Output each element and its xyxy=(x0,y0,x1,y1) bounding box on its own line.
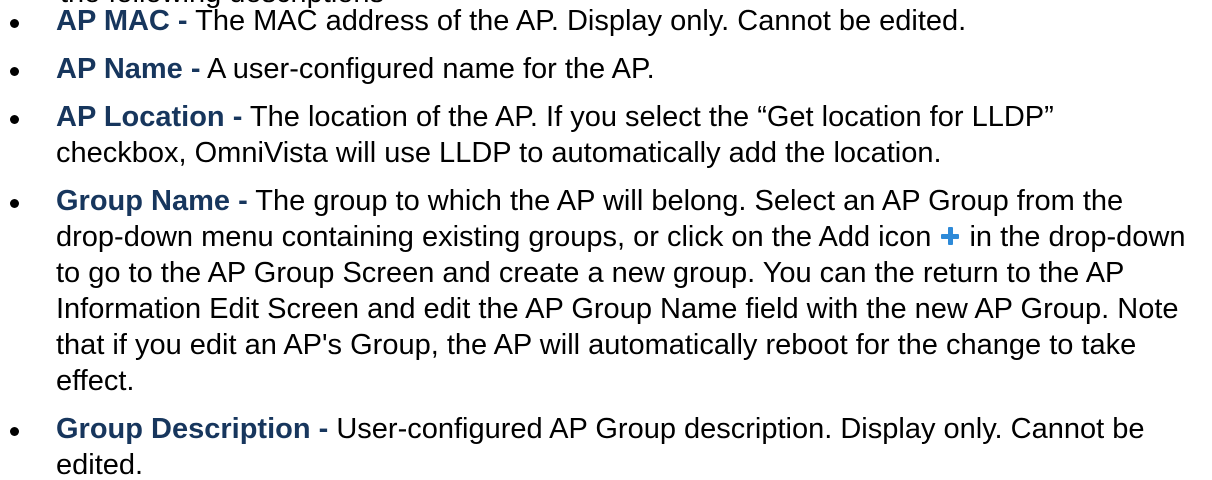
term-label: AP Location - xyxy=(56,101,243,133)
list-item-ap-mac: AP MAC - The MAC address of the AP. Disp… xyxy=(0,3,1212,39)
description-list: AP MAC - The MAC address of the AP. Disp… xyxy=(0,3,1212,480)
term-label: Group Description - xyxy=(56,413,329,445)
term-description: A user-configured name for the AP. xyxy=(207,53,655,85)
term-label: Group Name - xyxy=(56,185,248,217)
list-item-group-description: Group Description - User-configured AP G… xyxy=(0,411,1212,480)
list-item-ap-location: AP Location - The location of the AP. If… xyxy=(0,99,1212,171)
bullet-icon xyxy=(10,67,19,76)
list-item-group-name: Group Name - The group to which the AP w… xyxy=(0,183,1212,399)
term-label: AP MAC - xyxy=(56,5,188,37)
list-item-ap-name: AP Name - A user-configured name for the… xyxy=(0,51,1212,87)
bullet-icon xyxy=(10,199,19,208)
bullet-icon xyxy=(10,19,19,28)
term-label: AP Name - xyxy=(56,53,201,85)
bullet-icon xyxy=(10,427,19,436)
bullet-icon xyxy=(10,115,19,124)
term-description: The MAC address of the AP. Display only.… xyxy=(195,5,967,37)
document-page: the following descriptions AP MAC - The … xyxy=(0,0,1212,480)
add-icon xyxy=(941,227,960,245)
